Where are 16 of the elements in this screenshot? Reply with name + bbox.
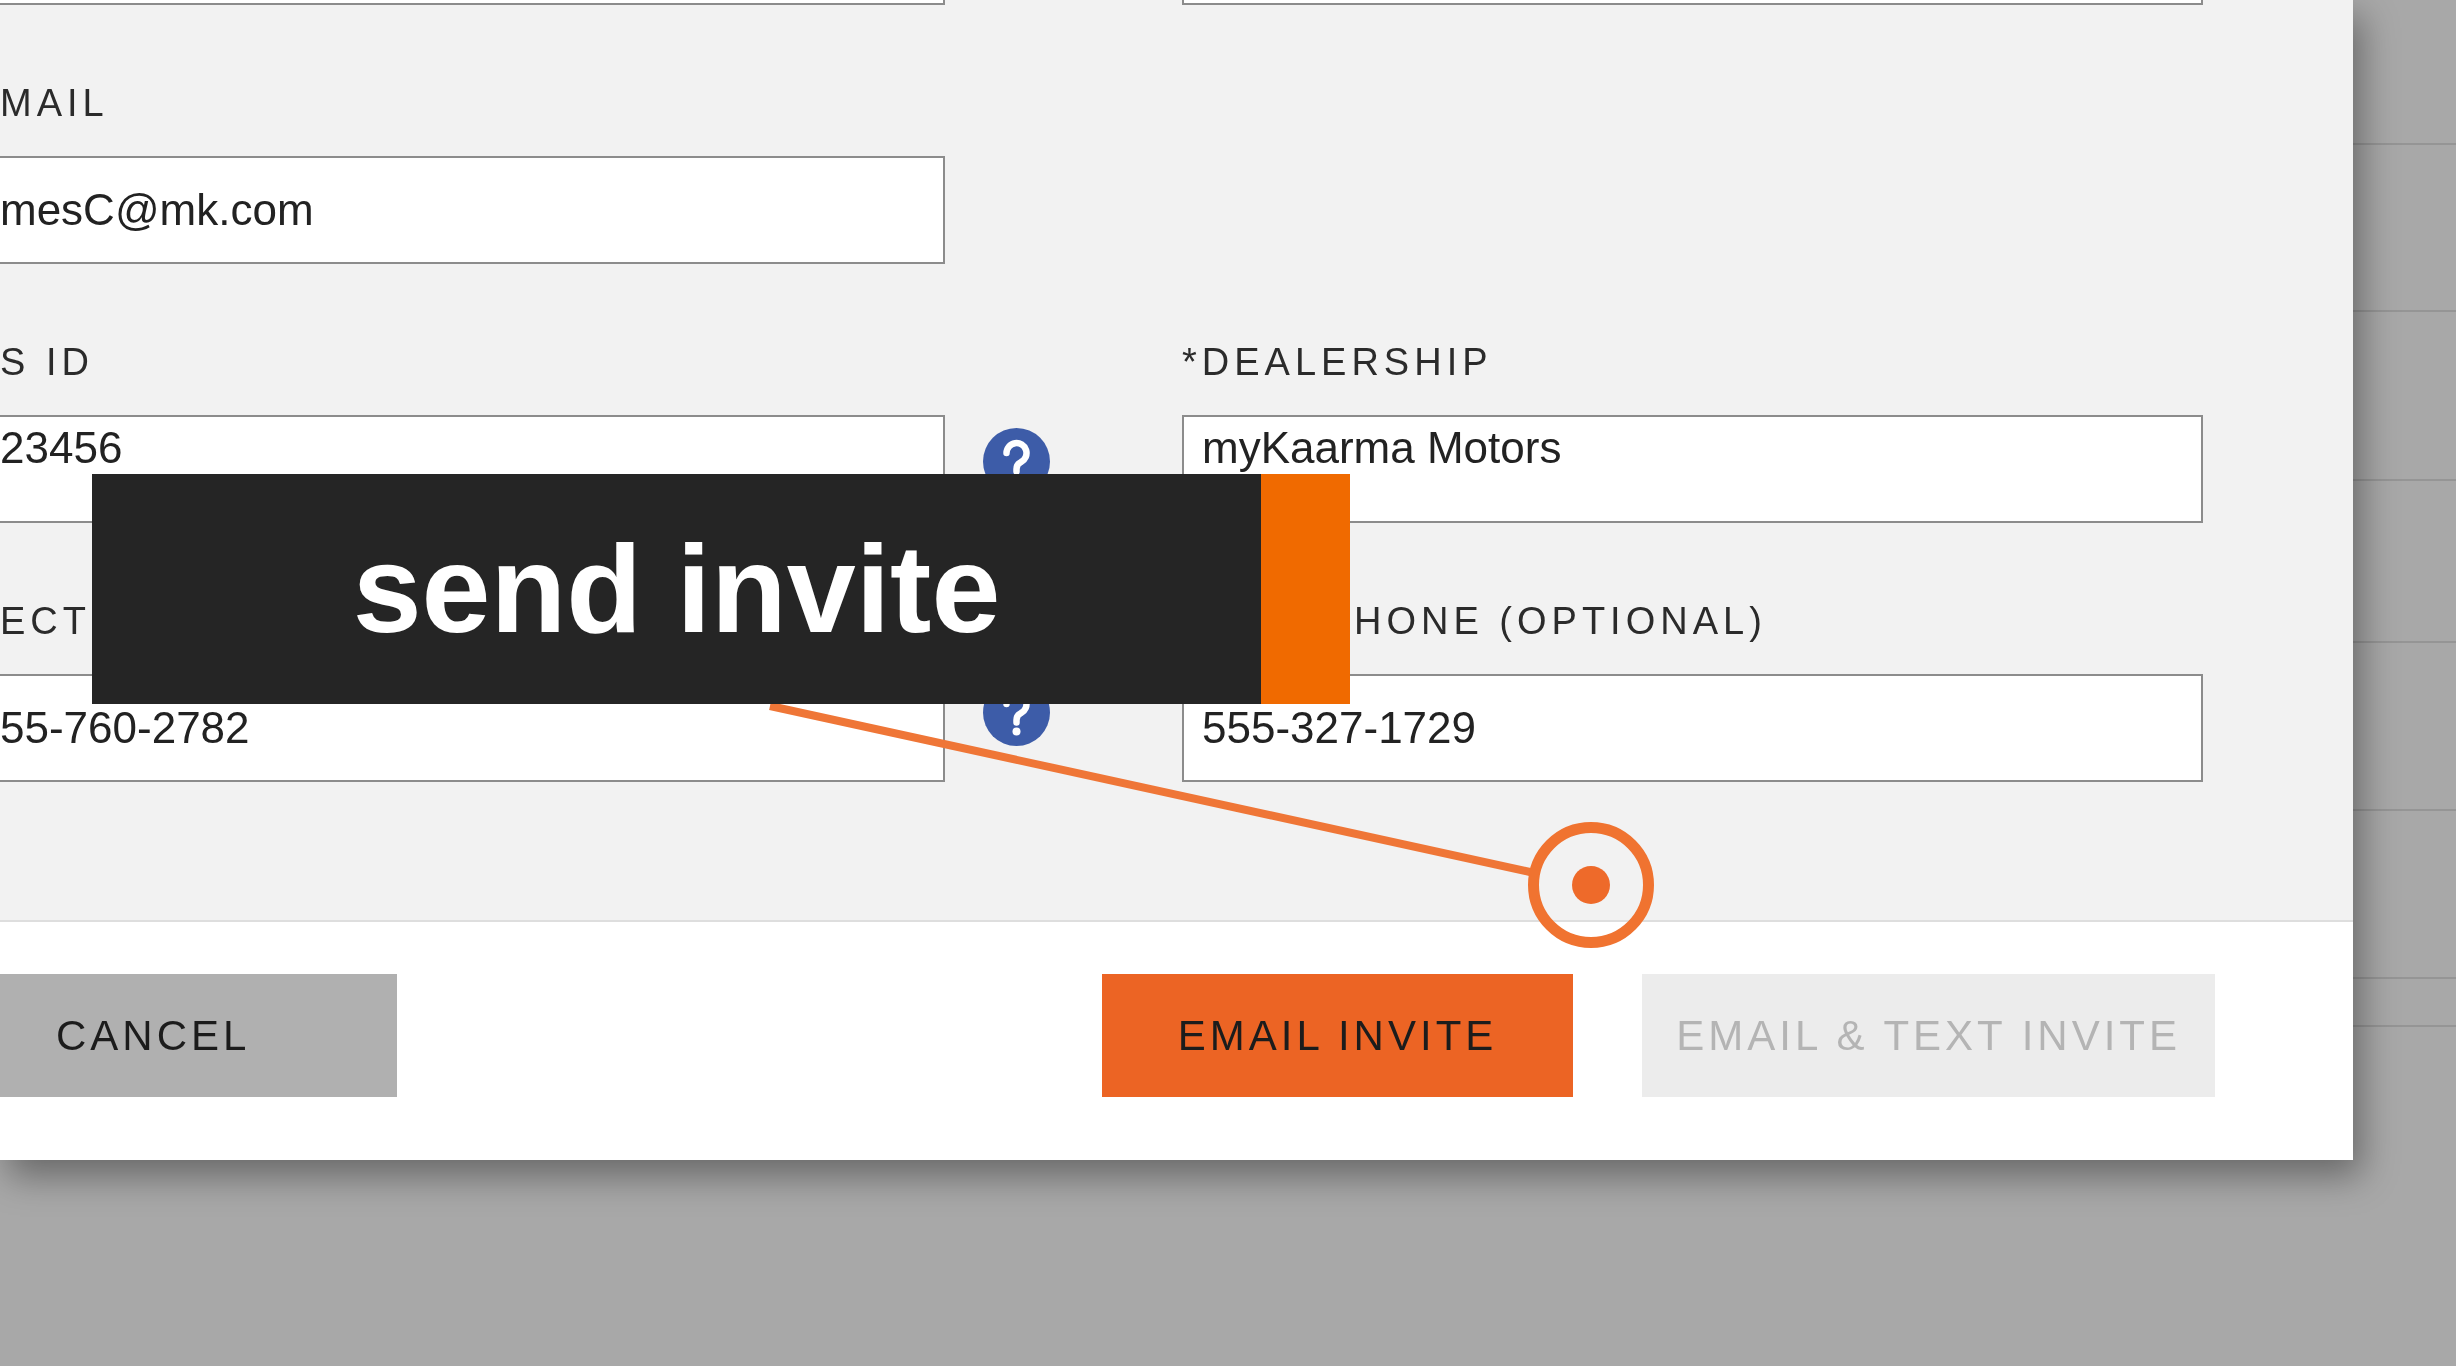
help-icon[interactable] xyxy=(983,428,1050,474)
help-icon[interactable] xyxy=(983,704,1050,746)
invite-button[interactable]: EMAIL INVITE xyxy=(1101,974,1574,1097)
input-field[interactable]: mesC@mk.com xyxy=(0,156,945,264)
field-label: S ID xyxy=(0,340,94,385)
input-field[interactable]: myKaarma Motors xyxy=(1182,415,2203,523)
field-label: ECT xyxy=(0,599,91,644)
input-field[interactable] xyxy=(1182,0,2203,5)
caption-text: send invite xyxy=(352,520,1001,658)
input-field[interactable]: 555-327-1729 xyxy=(1182,674,2203,782)
target-marker-icon xyxy=(1528,822,1654,948)
field-label: *DEALERSHIP xyxy=(1182,340,1493,385)
field-label: MAIL xyxy=(0,81,109,126)
field-label: HONE (OPTIONAL) xyxy=(1354,599,1767,644)
cancel-button[interactable]: CANCEL xyxy=(0,974,397,1097)
input-field[interactable] xyxy=(0,0,945,5)
